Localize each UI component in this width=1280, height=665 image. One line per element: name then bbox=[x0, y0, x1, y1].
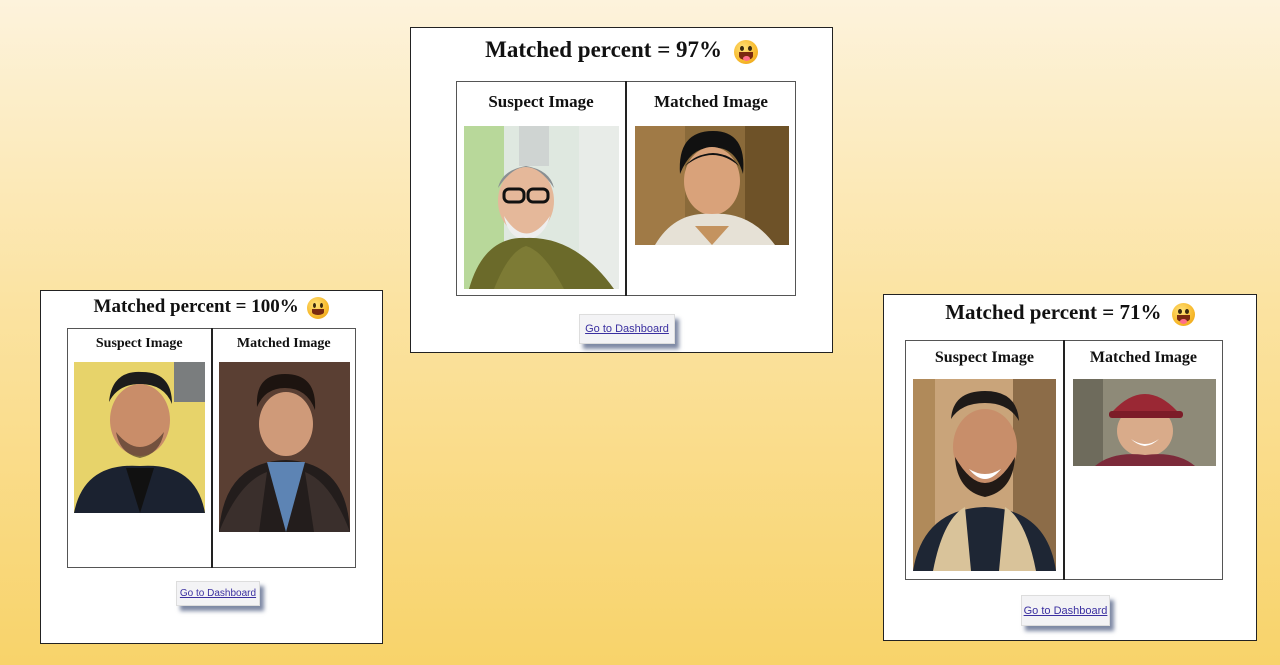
comparison-table: Suspect Image Matched Image bbox=[456, 81, 796, 296]
suspect-image-heading: Suspect Image bbox=[488, 92, 594, 111]
matched-image-heading: Matched Image bbox=[654, 92, 768, 111]
grinning-tongue-emoji-icon bbox=[733, 39, 758, 64]
suspect-image bbox=[74, 362, 205, 513]
match-result-card-left: Matched percent = 100% Suspect Image Mat… bbox=[40, 290, 383, 644]
matched-image bbox=[635, 126, 789, 245]
grinning-emoji-icon bbox=[307, 296, 330, 319]
match-result-card-right: Matched percent = 71% Suspect Image Matc… bbox=[883, 294, 1257, 641]
match-title-text: Matched percent = 100% bbox=[93, 296, 299, 317]
matched-image-heading: Matched Image bbox=[1089, 349, 1197, 366]
match-title: Matched percent = 71% bbox=[884, 300, 1256, 326]
match-title-text: Matched percent = 71% bbox=[945, 300, 1162, 324]
comparison-table: Suspect Image Matched Image bbox=[67, 328, 356, 568]
match-title: Matched percent = 97% bbox=[411, 37, 832, 64]
go-to-dashboard-button[interactable]: Go to Dashboard bbox=[1021, 595, 1110, 626]
comparison-table: Suspect Image Matched Image bbox=[904, 340, 1223, 580]
matched-image bbox=[1072, 379, 1216, 466]
suspect-image-heading: Suspect Image bbox=[934, 349, 1035, 366]
go-to-dashboard-button[interactable]: Go to Dashboard bbox=[579, 314, 675, 344]
matched-image bbox=[218, 362, 350, 532]
match-title-text: Matched percent = 97% bbox=[485, 37, 723, 62]
match-result-card-center: Matched percent = 97% Suspect Image Matc… bbox=[410, 27, 833, 353]
match-title: Matched percent = 100% bbox=[41, 296, 382, 319]
matched-image-heading: Matched Image bbox=[236, 336, 331, 351]
suspect-image-heading: Suspect Image bbox=[95, 336, 183, 351]
suspect-image bbox=[913, 379, 1056, 571]
suspect-image bbox=[464, 126, 619, 289]
go-to-dashboard-button[interactable]: Go to Dashboard bbox=[176, 581, 260, 606]
grinning-tongue-emoji-icon bbox=[1171, 302, 1195, 326]
